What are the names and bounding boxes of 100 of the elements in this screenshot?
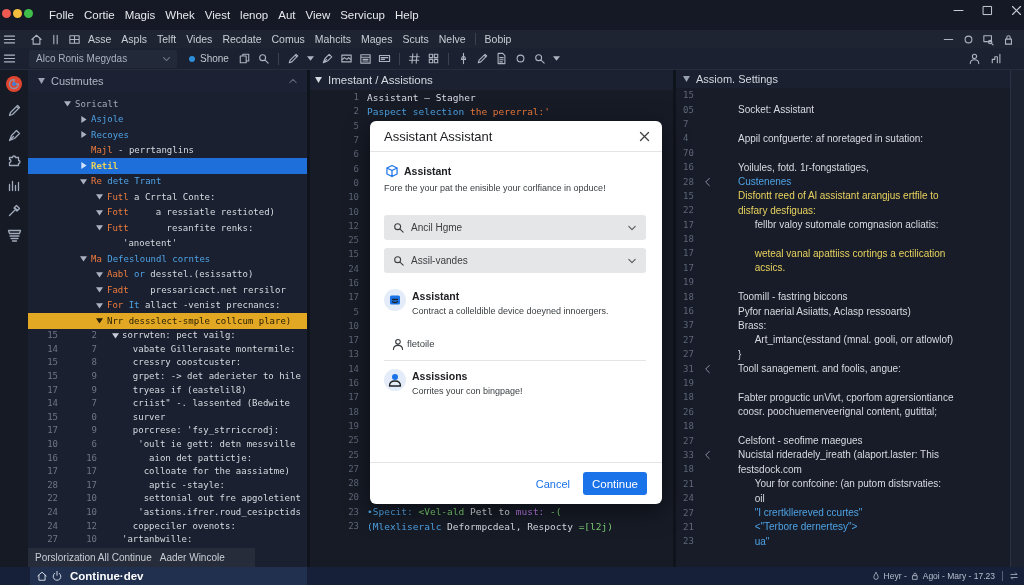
columns-icon[interactable]: [50, 33, 61, 45]
caret-icon[interactable]: [38, 78, 45, 84]
project-dropdown[interactable]: Alco Ronis Megydas: [29, 49, 177, 68]
caret-icon[interactable]: [80, 255, 87, 263]
fold-icon[interactable]: [705, 450, 710, 459]
image-icon[interactable]: [340, 53, 352, 64]
zoom-button[interactable]: [24, 9, 33, 18]
maximize-icon[interactable]: [983, 6, 992, 15]
caret-icon[interactable]: [96, 208, 103, 216]
caret-icon[interactable]: [112, 331, 119, 339]
caret-icon[interactable]: [80, 115, 87, 123]
logo-icon[interactable]: [6, 76, 22, 92]
toolbar-item[interactable]: Bobip: [484, 33, 512, 45]
caret-icon[interactable]: [96, 317, 103, 325]
text-button[interactable]: Cancel: [535, 474, 570, 493]
menu-item[interactable]: Whek: [165, 9, 195, 21]
option-title[interactable]: Assistant: [412, 289, 460, 303]
caret-icon[interactable]: [96, 301, 103, 309]
tree-item[interactable]: Nrr dessslect-smple collcum plare): [28, 313, 307, 329]
menu-icon[interactable]: [4, 53, 15, 64]
menu-item[interactable]: Help: [394, 9, 419, 21]
puzzle-icon[interactable]: [7, 154, 21, 167]
close-button[interactable]: [2, 9, 11, 18]
tiles-icon[interactable]: [427, 53, 439, 64]
bar-chart-icon[interactable]: [7, 179, 21, 192]
workspace-label[interactable]: Continue·dev: [70, 570, 144, 582]
tree-item[interactable]: Fadt pressaricact.net rersilor: [96, 282, 286, 298]
search-icon[interactable]: [257, 53, 269, 64]
caret-icon[interactable]: [683, 76, 690, 82]
caret-icon[interactable]: [64, 100, 71, 108]
toolbar-item[interactable]: Mahcits: [314, 33, 351, 45]
power-icon[interactable]: [52, 571, 62, 581]
home-icon[interactable]: [31, 33, 42, 45]
pencil-icon[interactable]: [476, 53, 488, 64]
caret-icon[interactable]: [96, 193, 103, 201]
caret-icon[interactable]: [306, 56, 314, 61]
tree-item[interactable]: Asjole: [80, 111, 124, 127]
pencil-icon[interactable]: [287, 53, 299, 64]
calendar-icon[interactable]: [359, 53, 371, 64]
menu-item[interactable]: Magis: [124, 9, 156, 21]
menu-item[interactable]: lenop: [240, 9, 269, 21]
toolbar-item[interactable]: Scuts: [402, 33, 429, 45]
tree-item[interactable]: Soricalt: [64, 96, 119, 112]
pen-icon[interactable]: [7, 129, 21, 142]
option-title[interactable]: Assissions: [412, 369, 468, 383]
toolbar-item[interactable]: Aspls: [121, 33, 148, 45]
chart-icon[interactable]: [991, 53, 1002, 64]
toolbar-item[interactable]: Vides: [186, 33, 213, 45]
tree-item[interactable]: Futt resanfite renks:: [96, 220, 254, 236]
primary-button[interactable]: Continue: [582, 472, 647, 495]
person-icon[interactable]: [969, 53, 980, 64]
select-field[interactable]: Ancil Hgme: [384, 215, 646, 240]
grid-icon[interactable]: [69, 33, 80, 45]
caret-icon[interactable]: [96, 270, 103, 278]
menu-item[interactable]: Aut: [278, 9, 296, 21]
branch-button[interactable]: Shone: [189, 53, 229, 64]
toolbar-item[interactable]: Telft: [157, 33, 177, 45]
tree-item[interactable]: Futl a Crrtal Conte:: [96, 189, 216, 205]
card-icon[interactable]: [378, 53, 390, 64]
fold-icon[interactable]: [705, 177, 710, 186]
toolbar-item[interactable]: Mages: [360, 33, 393, 45]
minimize-button[interactable]: [13, 9, 22, 18]
toolbar-item[interactable]: Recdate: [222, 33, 262, 45]
menu-item[interactable]: Folle: [49, 9, 74, 21]
tree-item[interactable]: Re dete Trant: [80, 173, 162, 189]
menu-icon[interactable]: [4, 33, 15, 45]
search-icon[interactable]: [533, 53, 545, 64]
hash-icon[interactable]: [408, 53, 420, 64]
close-icon[interactable]: [640, 131, 649, 141]
window-search-icon[interactable]: [983, 33, 994, 45]
document-icon[interactable]: [495, 53, 507, 64]
toolbar-item[interactable]: Comus: [271, 33, 305, 45]
tree-item[interactable]: Ma Defesloundl corntes: [80, 251, 211, 267]
tree-item[interactable]: Aabl or desstel.(esissatto): [96, 266, 254, 282]
home-icon[interactable]: [37, 571, 47, 581]
option-title[interactable]: fletoile: [407, 337, 435, 351]
caret-icon[interactable]: [96, 224, 103, 232]
toolbar-item[interactable]: Nelve: [438, 33, 466, 45]
pen-icon[interactable]: [321, 53, 333, 64]
funnel-icon[interactable]: [7, 229, 21, 242]
tree-item[interactable]: Majl - perrtanglins: [91, 142, 194, 158]
tree-item[interactable]: For It allact -venist precnancs:: [96, 297, 281, 313]
menu-item[interactable]: Viest: [204, 9, 231, 21]
caret-icon[interactable]: [552, 56, 560, 61]
tree-item[interactable]: Fott a ressiatle restioted): [96, 204, 275, 220]
swap-icon[interactable]: [1010, 572, 1018, 580]
pencil-icon[interactable]: [7, 104, 21, 117]
fold-icon[interactable]: [705, 364, 710, 373]
caret-icon[interactable]: [315, 77, 322, 83]
tree-item[interactable]: 'anoetent': [123, 235, 178, 251]
menu-item[interactable]: View: [305, 9, 331, 21]
eyedropper-icon[interactable]: [7, 204, 21, 217]
select-field[interactable]: Assil-vandes: [384, 248, 646, 273]
menu-item[interactable]: Cortie: [83, 9, 115, 21]
caret-icon[interactable]: [80, 177, 87, 185]
caret-icon[interactable]: [96, 286, 103, 294]
toolbar-item[interactable]: Asse: [88, 33, 112, 45]
tree-item[interactable]: Recoyes: [80, 127, 129, 143]
chevron-icon[interactable]: [289, 79, 297, 83]
menu-item[interactable]: Servicup: [340, 9, 385, 21]
